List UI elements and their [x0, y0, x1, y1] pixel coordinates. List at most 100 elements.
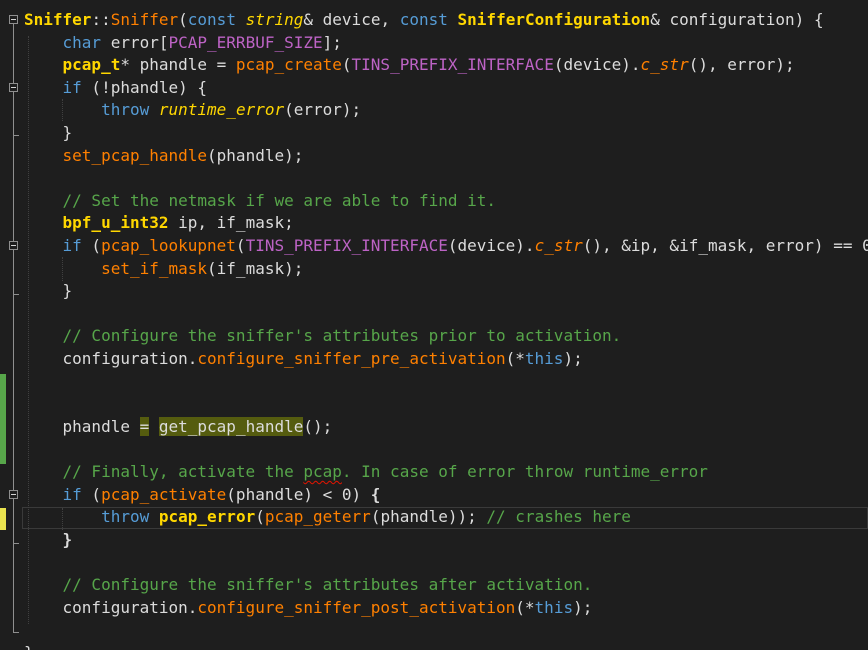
code-line[interactable]: // Configure the sniffer's attributes pr… [24, 325, 622, 348]
code-line[interactable]: } [24, 529, 73, 552]
code-line[interactable]: if (pcap_lookupnet(TINS_PREFIX_INTERFACE… [24, 235, 868, 258]
code-token: configuration. [24, 349, 198, 368]
code-token: string [245, 10, 304, 29]
code-token: Sniffer [110, 10, 179, 29]
code-token: (); [303, 416, 333, 436]
code-token: (device). [553, 55, 641, 75]
code-token: throw [101, 507, 150, 527]
code-line[interactable]: } [24, 280, 73, 303]
collapse-icon[interactable] [9, 490, 18, 499]
code-token: if [62, 484, 82, 504]
outline-end [13, 294, 19, 295]
code-line[interactable]: } [24, 642, 34, 650]
code-line[interactable]: // Set the netmask if we are able to fin… [24, 190, 496, 213]
code-token: // Configure the sniffer's attributes af… [62, 575, 593, 594]
code-line[interactable]: pcap_t* phandle = pcap_create(TINS_PREFI… [24, 54, 795, 77]
code-token: pcap_lookupnet [101, 236, 236, 255]
code-token: set_pcap_handle [62, 145, 208, 165]
code-token: pcap_t [62, 55, 121, 75]
code-token: char [62, 32, 102, 52]
code-token: } [24, 643, 34, 650]
code-token: const [399, 10, 448, 29]
code-token: . In case of error throw runtime_error [341, 462, 708, 481]
code-line[interactable]: if (!phandle) { [24, 77, 208, 100]
code-token: // crashes here [486, 507, 631, 527]
code-line[interactable]: bpf_u_int32 ip, if_mask; [24, 212, 294, 235]
code-token: c_str [534, 236, 583, 255]
code-token: } [24, 123, 73, 142]
code-token: get_pcap_handle [158, 416, 304, 436]
collapse-icon[interactable] [9, 241, 18, 250]
code-token: throw [101, 100, 150, 120]
collapse-icon[interactable] [9, 15, 18, 24]
code-token: & device, [303, 10, 400, 29]
code-token: ( [81, 236, 102, 255]
code-token: pcap_activate [101, 484, 227, 504]
code-token: configure_sniffer_post_activation [197, 597, 516, 617]
code-token: bpf_u_int32 [62, 213, 169, 233]
code-token: ); [563, 349, 583, 368]
code-token: c_str [640, 55, 689, 75]
code-line[interactable]: set_if_mask(if_mask); [24, 258, 303, 281]
collapse-icon[interactable] [9, 83, 18, 92]
code-token: (phandle)); [370, 507, 487, 527]
code-token: ( [178, 10, 188, 29]
code-token: ip, if_mask; [168, 213, 294, 233]
code-token: (phandle); [207, 145, 304, 165]
outline-line [13, 24, 14, 632]
code-line[interactable]: configuration.configure_sniffer_post_act… [24, 597, 593, 620]
code-token: pcap [303, 462, 342, 481]
code-token: runtime_error [158, 100, 285, 120]
code-token: error[ [101, 32, 169, 52]
code-token: (phandle) < 0) [226, 484, 371, 504]
code-line[interactable]: // Finally, activate the pcap. In case o… [24, 461, 708, 484]
code-token: ( [341, 55, 352, 75]
code-token: (!phandle) { [81, 77, 208, 97]
code-line[interactable]: if (pcap_activate(phandle) < 0) { [24, 484, 381, 507]
code-line[interactable]: throw pcap_error(pcap_geterr(phandle)); … [24, 506, 631, 529]
code-token: (if_mask); [207, 258, 304, 278]
code-editor[interactable]: Sniffer::Sniffer(const string& device, c… [0, 0, 868, 650]
code-token: :: [91, 10, 111, 29]
code-line[interactable]: } [24, 122, 73, 145]
code-token: configuration. [24, 597, 198, 617]
code-token: = [139, 416, 150, 436]
code-line[interactable]: set_pcap_handle(phandle); [24, 145, 304, 168]
code-token: phandle [24, 416, 140, 436]
code-token: configure_sniffer_pre_activation [197, 349, 506, 368]
code-token: (), error); [688, 55, 795, 75]
code-token: set_if_mask [101, 258, 208, 278]
code-line[interactable]: phandle = get_pcap_handle(); [24, 416, 332, 439]
code-line[interactable]: // Configure the sniffer's attributes af… [24, 574, 593, 597]
code-line[interactable]: char error[PCAP_ERRBUF_SIZE]; [24, 32, 342, 55]
code-token: Sniffer [24, 10, 92, 29]
code-token: } [24, 281, 73, 301]
code-token: (), &ip, &if_mask, error) == 0) [582, 236, 868, 255]
code-token: TINS_PREFIX_INTERFACE [351, 55, 554, 75]
code-token: // Set the netmask if we are able to fin… [62, 190, 497, 210]
code-token: ( [235, 236, 246, 255]
code-token: TINS_PREFIX_INTERFACE [245, 236, 448, 255]
editor-margin [0, 0, 22, 650]
code-line[interactable]: configuration.configure_sniffer_pre_acti… [24, 348, 583, 371]
code-line[interactable]: throw runtime_error(error); [24, 99, 361, 122]
change-bar-unsaved [0, 508, 6, 530]
code-token: ]; [322, 32, 342, 52]
code-line[interactable]: Sniffer::Sniffer(const string& device, c… [24, 9, 824, 32]
code-token: SnifferConfiguration [457, 10, 651, 29]
code-token: (* [505, 349, 525, 368]
